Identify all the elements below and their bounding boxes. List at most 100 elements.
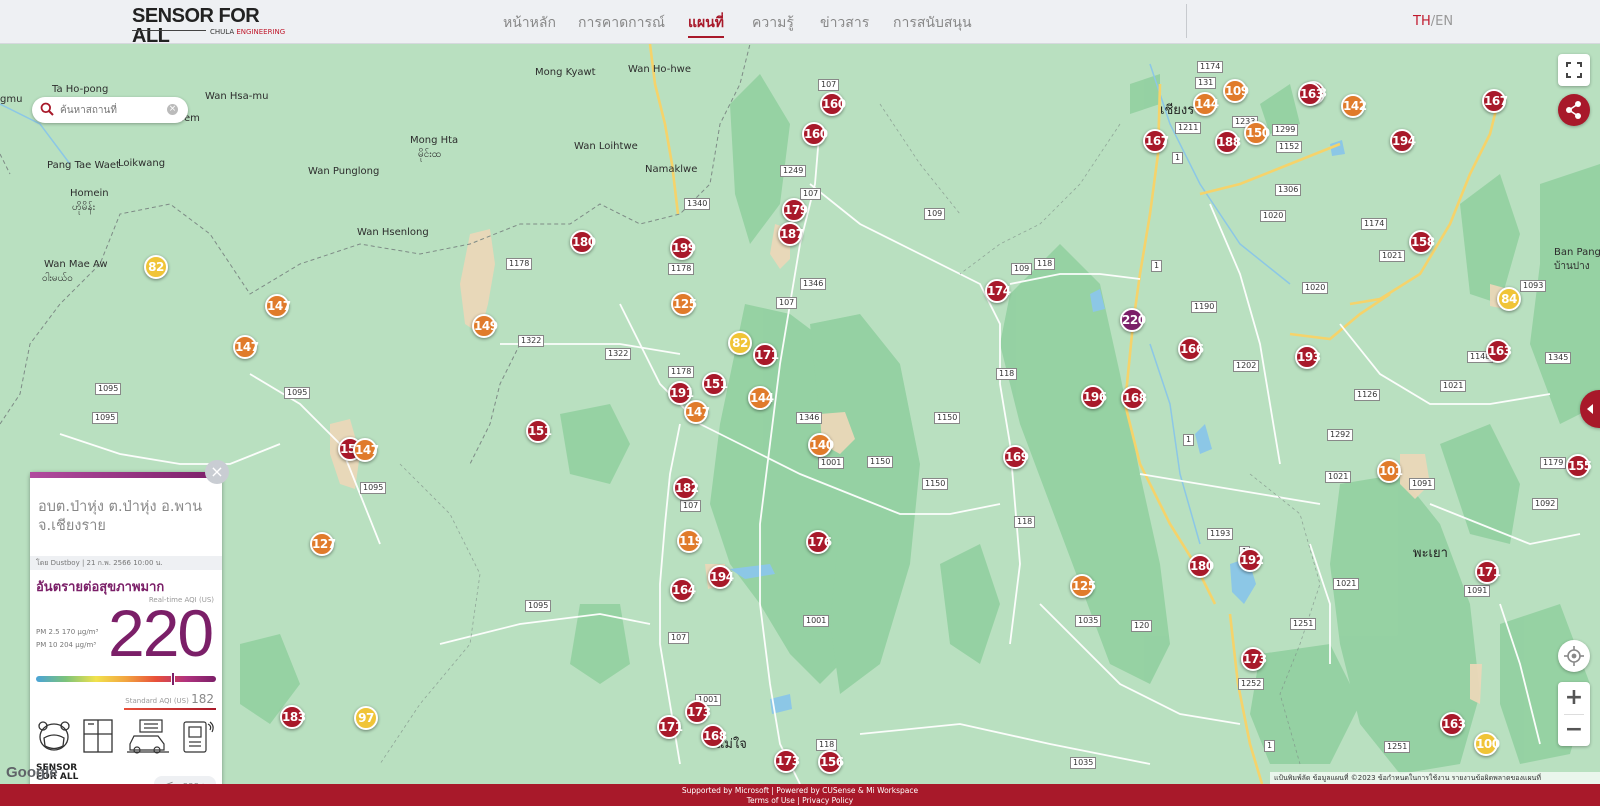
aqi-marker[interactable]: 147 (353, 438, 379, 462)
aqi-marker[interactable]: 101 (1377, 459, 1403, 483)
aqi-marker[interactable]: 97 (354, 706, 378, 730)
map-attribution[interactable]: แป้นพิมพ์ลัด ข้อมูลแผนที่ ©2023 ข้อกำหนด… (1270, 772, 1600, 784)
aqi-marker[interactable]: 196 (1081, 385, 1107, 409)
aqi-marker[interactable]: 109 (1223, 79, 1249, 103)
place-label: Wan Punglong (308, 166, 380, 177)
aqi-marker[interactable]: 171 (753, 343, 779, 367)
share-button[interactable] (1558, 94, 1590, 126)
aqi-marker[interactable]: 194 (1390, 129, 1416, 153)
aqi-marker[interactable]: 163 (1486, 339, 1512, 363)
road-shield: 118 (816, 739, 838, 751)
language-switcher: TH/EN (1413, 14, 1453, 29)
aqi-marker[interactable]: 160 (802, 122, 828, 146)
zoom-out-button[interactable]: − (1558, 715, 1590, 746)
aqi-marker[interactable]: 125 (671, 292, 697, 316)
aqi-marker[interactable]: 144 (748, 386, 774, 410)
road-shield: 107 (818, 79, 840, 91)
aqi-marker[interactable]: 169 (1003, 445, 1029, 469)
place-label: Homein (70, 188, 109, 199)
aqi-marker[interactable]: 127 (310, 532, 336, 556)
aqi-marker[interactable]: 166 (1178, 337, 1204, 361)
aqi-marker[interactable]: 187 (778, 222, 804, 246)
aqi-marker[interactable]: 180 (1188, 554, 1214, 578)
nav-knowledge[interactable]: ความรู้ (752, 12, 794, 34)
car-air-icon[interactable] (126, 718, 170, 754)
aqi-marker[interactable]: 168 (1121, 386, 1147, 410)
road-shield: 1178 (668, 263, 695, 275)
aqi-marker[interactable]: 183 (280, 705, 306, 729)
aqi-marker[interactable]: 125 (1070, 574, 1096, 598)
road-shield: 131 (1195, 77, 1217, 89)
nav-forecast[interactable]: การคาดการณ์ (578, 12, 665, 34)
aqi-scale-bar (36, 676, 216, 682)
pm10-value: PM 10 204 µg/m³ (36, 641, 97, 649)
aqi-marker[interactable]: 173 (685, 700, 711, 724)
nav-news[interactable]: ข่าวสาร (820, 12, 869, 34)
aqi-marker[interactable]: 144 (1193, 92, 1219, 116)
aqi-marker[interactable]: 160 (820, 92, 846, 116)
site-footer: Supported by Microsoft | Powered by CUSe… (0, 784, 1600, 806)
road-shield: 1150 (867, 456, 894, 468)
air-purifier-icon[interactable] (180, 718, 216, 754)
aqi-marker[interactable]: 84 (1497, 287, 1521, 311)
aqi-marker[interactable]: 150 (1244, 121, 1270, 145)
aqi-marker[interactable]: 173 (1241, 647, 1267, 671)
aqi-marker[interactable]: 149 (472, 314, 498, 338)
aqi-marker[interactable]: 173 (774, 749, 800, 773)
aqi-marker[interactable]: 140 (808, 433, 834, 457)
aqi-marker[interactable]: 147 (684, 400, 710, 424)
footer-links[interactable]: Terms of Use | Privacy Policy (0, 796, 1600, 806)
aqi-marker[interactable]: 188 (1215, 130, 1241, 154)
aqi-marker[interactable]: 199 (670, 236, 696, 260)
mask-icon[interactable] (36, 718, 72, 754)
locate-button[interactable] (1558, 640, 1590, 672)
aqi-marker[interactable]: 147 (233, 335, 259, 359)
place-label: บ้านปาง (1554, 261, 1590, 272)
aqi-marker[interactable]: 171 (657, 715, 683, 739)
aqi-marker[interactable]: 82 (144, 255, 168, 279)
aqi-marker[interactable]: 158 (1409, 230, 1435, 254)
aqi-marker[interactable]: 193 (1295, 345, 1321, 369)
road-shield: 1193 (1207, 528, 1234, 540)
aqi-marker[interactable]: 176 (806, 530, 832, 554)
aqi-marker[interactable]: 100 (1474, 732, 1500, 756)
lang-en-link[interactable]: EN (1435, 14, 1453, 29)
aqi-marker[interactable]: 167 (1143, 129, 1169, 153)
road-shield: 1091 (1409, 478, 1436, 490)
side-panel-toggle[interactable] (1580, 390, 1600, 428)
nav-support[interactable]: การสนับสนุน (893, 12, 972, 34)
nav-map[interactable]: แผนที่ (688, 12, 725, 38)
aqi-marker[interactable]: 168 (701, 724, 727, 748)
aqi-marker[interactable]: 142 (1341, 94, 1367, 118)
aqi-marker[interactable]: 147 (265, 294, 291, 318)
aqi-marker[interactable]: 151 (702, 372, 728, 396)
aqi-map[interactable]: Mong Kyawt Wan Ho-hwe Ta Ho-pong Wan Hsa-mu… (0, 44, 1600, 784)
aqi-marker[interactable]: 163 (1440, 712, 1466, 736)
aqi-marker[interactable]: 163 (1298, 82, 1324, 106)
close-icon[interactable]: × (167, 104, 178, 115)
search-input[interactable] (60, 102, 170, 118)
aqi-marker[interactable]: 182 (673, 476, 699, 500)
aqi-marker[interactable]: 171 (1475, 560, 1501, 584)
sensor-for-all-logo[interactable]: SENSOR FOR ALL CHULA ENGINEERING (132, 6, 292, 46)
aqi-marker[interactable]: 119 (677, 529, 703, 553)
road-shield: 1340 (684, 198, 711, 210)
aqi-marker[interactable]: 151 (526, 419, 552, 443)
aqi-marker[interactable]: 194 (708, 565, 734, 589)
window-icon[interactable] (82, 718, 114, 754)
aqi-marker[interactable]: 180 (570, 230, 596, 254)
aqi-marker[interactable]: 174 (985, 279, 1011, 303)
nav-home[interactable]: หน้าหลัก (503, 12, 556, 34)
aqi-marker[interactable]: 155 (1566, 454, 1592, 478)
aqi-marker[interactable]: 167 (1482, 89, 1508, 113)
zoom-in-button[interactable]: + (1558, 682, 1590, 714)
fullscreen-button[interactable] (1558, 54, 1590, 86)
aqi-marker[interactable]: 156 (818, 750, 844, 774)
close-card-button[interactable]: × (205, 460, 229, 484)
aqi-marker[interactable]: 82 (728, 331, 752, 355)
aqi-marker[interactable]: 192 (1238, 548, 1264, 572)
aqi-marker[interactable]: 179 (782, 198, 808, 222)
lang-th-link[interactable]: TH (1413, 14, 1431, 29)
aqi-marker[interactable]: 164 (670, 578, 696, 602)
aqi-marker[interactable]: 220 (1120, 308, 1146, 332)
